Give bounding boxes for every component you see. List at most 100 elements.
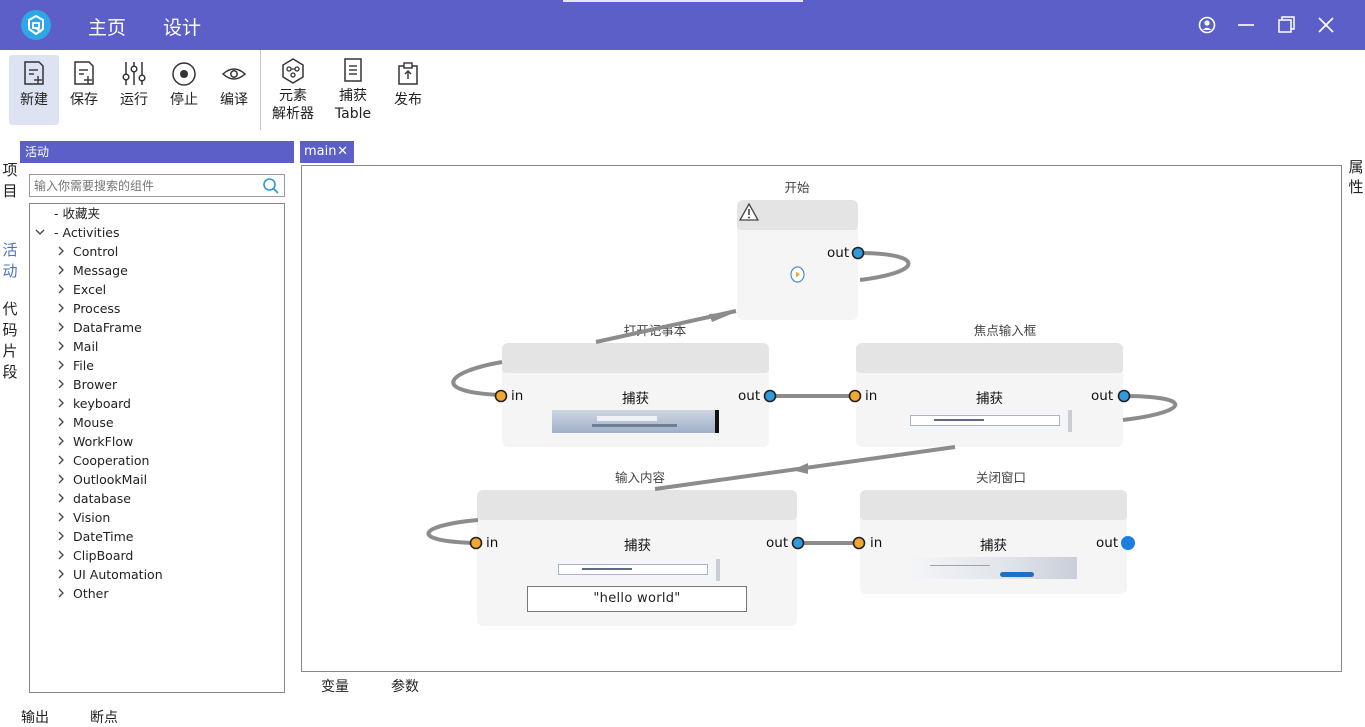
tree-item[interactable]: WorkFlow [30,432,280,451]
vtab-activities-label: 活动 [2,241,18,280]
chevron-right-icon[interactable] [56,341,66,351]
chevron-right-icon[interactable] [56,398,66,408]
node-input-content-header [477,490,797,520]
tree-item[interactable]: Control [30,242,280,261]
vtab-project[interactable]: 项目 [2,160,18,202]
warning-icon [739,203,759,221]
tree-item-label: ClipBoard [73,548,134,563]
tab-parameters[interactable]: 参数 [391,676,419,696]
node-start-out-label: out [827,245,850,261]
tree-item[interactable]: UI Automation [30,565,280,584]
tree-item[interactable]: Mouse [30,413,280,432]
node-input-content-capture-thumbnail[interactable] [554,559,720,581]
chevron-right-icon[interactable] [56,588,66,598]
chevron-down-icon[interactable] [35,227,45,237]
run-button[interactable]: 运行 [109,55,159,125]
chevron-right-icon[interactable] [56,569,66,579]
chevron-right-icon[interactable] [56,455,66,465]
vtab-properties[interactable]: 属性 [1348,157,1364,197]
node-input-content-capture-label[interactable]: 捕获 [624,534,651,554]
tab-close-icon[interactable]: ✕ [337,141,348,163]
chevron-right-icon[interactable] [56,303,66,313]
node-open-notepad-title: 打开记事本 [623,323,687,338]
restore-icon[interactable] [1273,12,1299,38]
node-open-notepad-capture-label[interactable]: 捕获 [622,387,649,407]
tree-item[interactable]: Process [30,299,280,318]
tree-item[interactable]: Vision [30,508,280,527]
tree-item[interactable]: Message [30,261,280,280]
tree-activities-root-label: - Activities [54,225,120,240]
compile-button[interactable]: 编译 [209,55,259,125]
menu-design[interactable]: 设计 [163,13,201,40]
chevron-right-icon[interactable] [56,550,66,560]
publish-icon [398,62,418,85]
node-focus-input-capture-thumbnail[interactable] [906,410,1072,432]
node-close-window-capture-label[interactable]: 捕获 [980,534,1007,554]
tab-main-label: main [304,144,337,159]
node-close-window-title: 关闭窗口 [975,470,1026,485]
tree-item[interactable]: database [30,489,280,508]
user-account-icon[interactable] [1194,12,1220,38]
tree-item[interactable]: Brower [30,375,280,394]
new-button[interactable]: 新建 [9,55,59,125]
activity-search-input[interactable] [30,175,256,197]
new-button-label: 新建 [20,92,48,108]
activities-panel-title: 活动 [25,145,50,159]
tab-output[interactable]: 输出 [21,707,49,727]
app-logo-icon [21,10,51,40]
tree-item[interactable]: Mail [30,337,280,356]
node-close-window-capture-thumbnail[interactable] [910,557,1077,579]
tree-item[interactable]: DateTime [30,527,280,546]
chevron-right-icon[interactable] [56,284,66,294]
activities-panel-header: 活动 [20,141,294,163]
element-parser-button[interactable]: 元素 解析器 [268,55,318,125]
chevron-right-icon[interactable] [56,265,66,275]
tab-main[interactable]: main ✕ [300,141,354,163]
chevron-right-icon[interactable] [56,379,66,389]
chevron-right-icon[interactable] [56,512,66,522]
chevron-right-icon[interactable] [56,360,66,370]
menu-home[interactable]: 主页 [88,13,126,40]
element-parser-label-1: 元素 [279,88,307,104]
tree-item[interactable]: OutlookMail [30,470,280,489]
tree-item[interactable]: keyboard [30,394,280,413]
tree-item-label: Process [73,301,121,316]
tab-breakpoints[interactable]: 断点 [90,707,118,727]
publish-button[interactable]: 发布 [383,55,433,125]
chevron-right-icon[interactable] [56,493,66,503]
node-focus-input-in-label: in [865,388,878,404]
chevron-right-icon[interactable] [56,246,66,256]
search-icon[interactable] [262,177,280,195]
chevron-right-icon[interactable] [56,322,66,332]
capture-table-button[interactable]: 捕获 Table [328,55,378,125]
tree-item[interactable]: Excel [30,280,280,299]
vtab-activities[interactable]: 活动 [2,240,18,282]
chevron-right-icon[interactable] [56,417,66,427]
tree-item[interactable]: File [30,356,280,375]
tree-item[interactable]: Cooperation [30,451,280,470]
capture-table-label-2: Table [334,106,372,122]
tree-item-label: Control [73,244,119,259]
chevron-right-icon[interactable] [56,474,66,484]
node-open-notepad-header [502,343,769,373]
tree-item[interactable]: ClipBoard [30,546,280,565]
node-focus-input-capture-label[interactable]: 捕获 [976,387,1003,407]
chevron-right-icon[interactable] [56,531,66,541]
save-button[interactable]: 保存 [59,55,109,125]
node-input-content-text-field[interactable]: "hello world" [527,586,747,612]
close-icon[interactable] [1313,12,1339,38]
tree-item[interactable]: DataFrame [30,318,280,337]
node-input-content-out-label: out [766,535,789,551]
chevron-right-icon[interactable] [56,436,66,446]
node-open-notepad-capture-thumbnail[interactable] [552,410,719,433]
tree-favorites[interactable]: - 收藏夹 [54,204,100,223]
tab-variables[interactable]: 变量 [321,676,349,696]
node-focus-input-title: 焦点输入框 [973,323,1037,338]
start-play-icon[interactable] [790,266,805,283]
stop-button[interactable]: 停止 [159,55,209,125]
tree-item[interactable]: Other [30,584,280,603]
eye-icon [221,68,247,80]
node-open-notepad-in-label: in [511,388,524,404]
minimize-icon[interactable] [1233,12,1259,38]
vtab-code-snippets[interactable]: 代码片段 [2,299,18,383]
